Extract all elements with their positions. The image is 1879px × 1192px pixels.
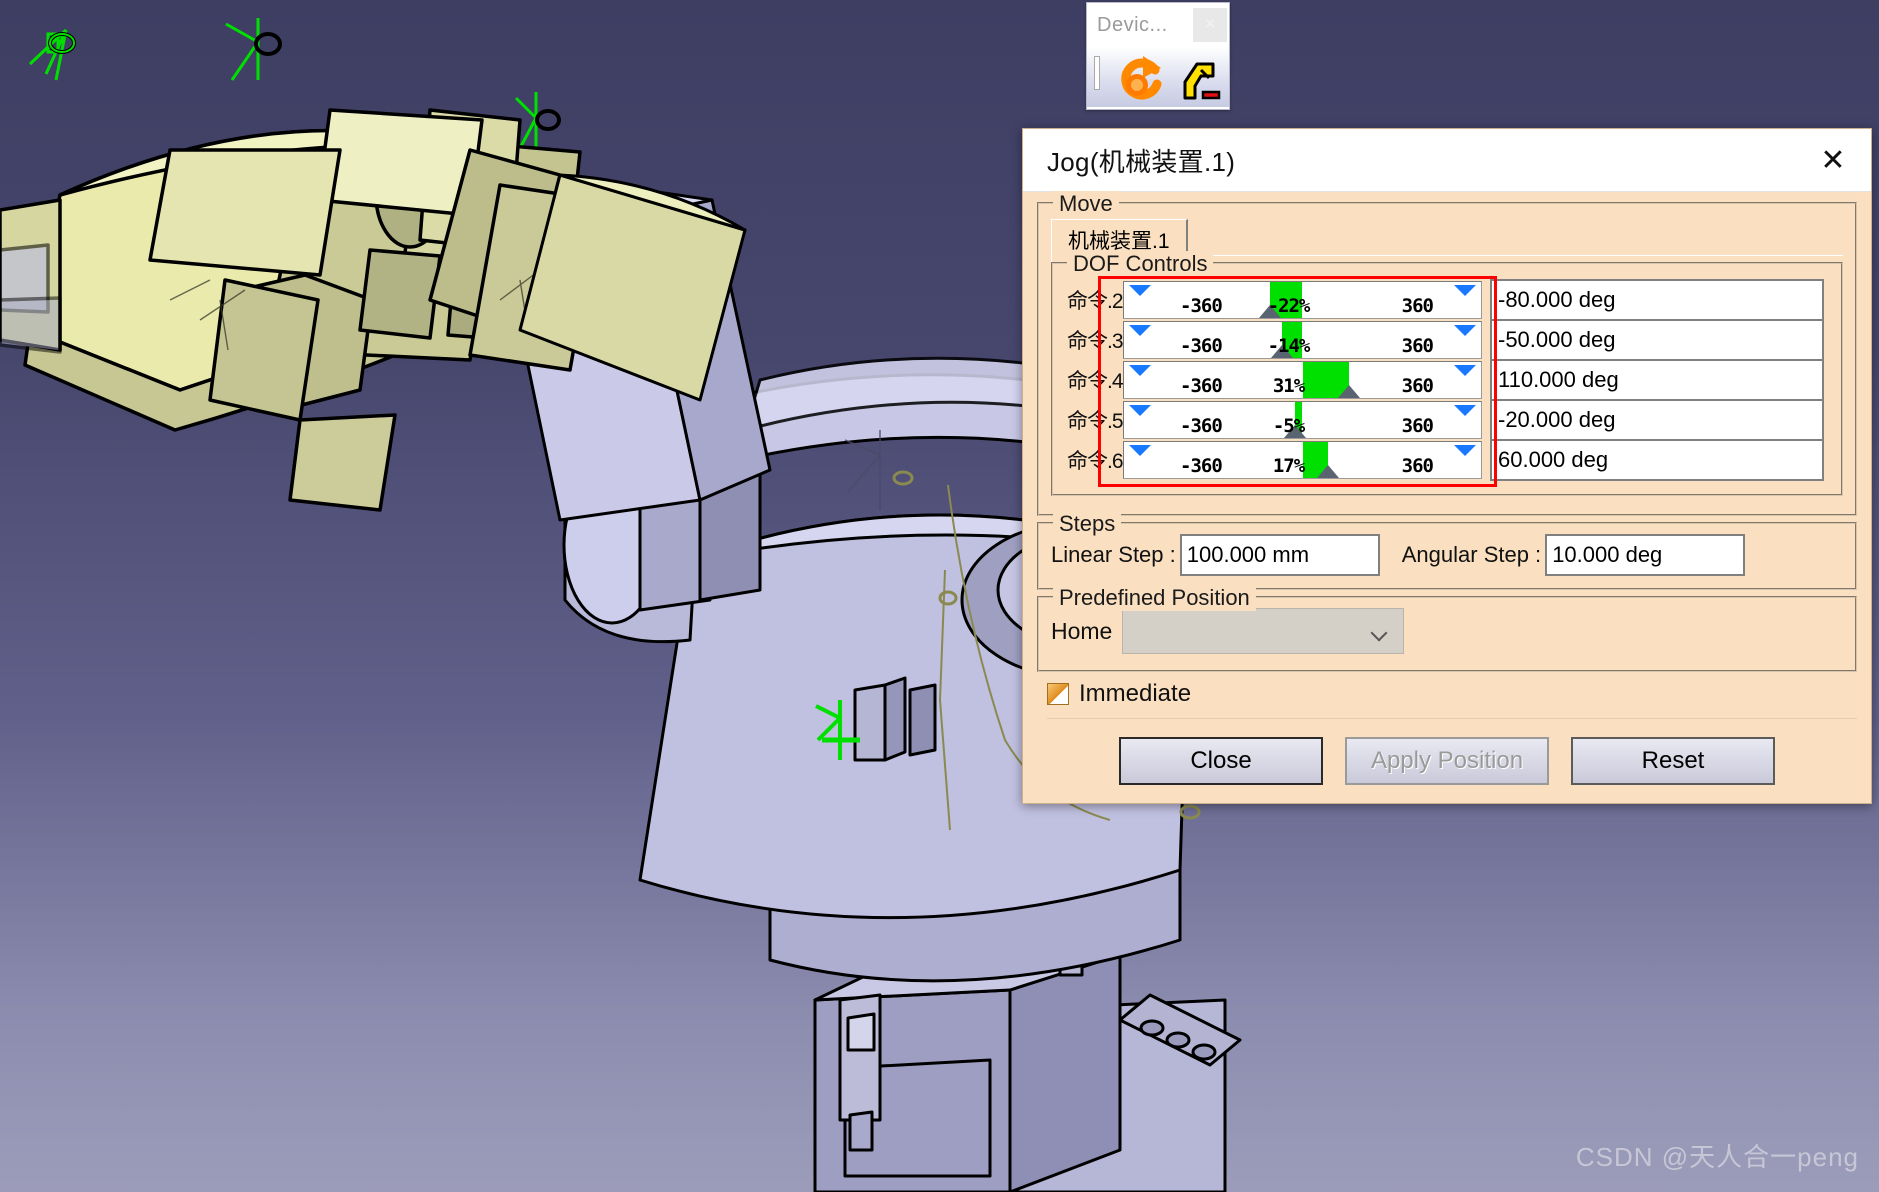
slider-increase-arrow[interactable] bbox=[1454, 405, 1476, 416]
slider-decrease-arrow[interactable] bbox=[1129, 365, 1151, 376]
immediate-row[interactable]: Immediate bbox=[1047, 680, 1857, 719]
dof-row-label: 命令.5 bbox=[1067, 410, 1124, 433]
dof-controls-group: DOF Controls 命令.2-360-22%360命令.3-360-14%… bbox=[1051, 251, 1843, 496]
predefined-position-group: Predefined Position Home bbox=[1037, 585, 1857, 672]
apply-position-button: Apply Position bbox=[1345, 737, 1549, 785]
dof-value-input[interactable] bbox=[1492, 401, 1792, 439]
dof-slider[interactable]: -360 -14% 360 bbox=[1123, 321, 1482, 359]
slider-min-label: -360 bbox=[1180, 455, 1223, 477]
slider-percent-label: 31% bbox=[1272, 375, 1305, 397]
slider-min-label: -360 bbox=[1180, 415, 1223, 437]
dof-row-label: 命令.2 bbox=[1067, 290, 1124, 313]
slider-thumb[interactable] bbox=[1316, 465, 1339, 478]
slider-decrease-arrow[interactable] bbox=[1129, 445, 1151, 456]
immediate-checkbox[interactable] bbox=[1047, 683, 1069, 705]
slider-decrease-arrow[interactable] bbox=[1129, 285, 1151, 296]
refresh-arrow-icon[interactable] bbox=[1117, 52, 1169, 109]
dialog-body: Move 机械装置.1 DOF Controls 命令.2 -360 -22% 360… bbox=[1023, 191, 1871, 785]
dof-slider[interactable]: -360 -5% 360 bbox=[1123, 401, 1482, 439]
home-label: Home bbox=[1051, 617, 1113, 644]
immediate-label: Immediate bbox=[1079, 680, 1192, 707]
dof-value-input[interactable] bbox=[1492, 441, 1792, 479]
angular-step-input[interactable] bbox=[1547, 536, 1714, 574]
slider-increase-arrow[interactable] bbox=[1454, 325, 1476, 336]
slider-percent-label: -22% bbox=[1267, 295, 1311, 317]
dof-value-input[interactable] bbox=[1492, 321, 1792, 359]
device-toolbar-body bbox=[1087, 47, 1229, 107]
slider-percent-label: -14% bbox=[1267, 335, 1311, 357]
linear-step-field[interactable] bbox=[1179, 534, 1380, 576]
slider-increase-arrow[interactable] bbox=[1454, 285, 1476, 296]
robot-device-icon[interactable] bbox=[1173, 52, 1225, 109]
dof-value-spinner[interactable] bbox=[1792, 361, 1822, 399]
dof-row: 命令.4 -360 31% 360 bbox=[1065, 359, 1829, 401]
slider-thumb[interactable] bbox=[1337, 385, 1360, 398]
device-toolbar-titlebar[interactable]: Devic... × bbox=[1087, 3, 1229, 47]
dof-value-field[interactable] bbox=[1490, 279, 1824, 321]
device-toolbar-close-icon[interactable]: × bbox=[1193, 8, 1227, 42]
dof-row-label: 命令.3 bbox=[1067, 330, 1124, 353]
dof-value-input[interactable] bbox=[1492, 361, 1792, 399]
dialog-titlebar[interactable]: Jog(机械装置.1) ✕ bbox=[1023, 129, 1871, 192]
dof-slider[interactable]: -360 -22% 360 bbox=[1123, 281, 1482, 319]
dof-value-field[interactable] bbox=[1490, 359, 1824, 401]
predefined-position-legend: Predefined Position bbox=[1053, 585, 1256, 611]
csdn-watermark: CSDN @天人合一peng bbox=[1575, 1142, 1859, 1172]
dof-value-field[interactable] bbox=[1490, 319, 1824, 361]
slider-percent-label: -5% bbox=[1272, 415, 1305, 437]
angular-step-label: Angular Step : bbox=[1401, 542, 1542, 567]
slider-increase-arrow[interactable] bbox=[1454, 365, 1476, 376]
slider-min-label: -360 bbox=[1180, 335, 1223, 357]
dof-value-field[interactable] bbox=[1490, 439, 1824, 481]
slider-max-label: 360 bbox=[1401, 415, 1434, 437]
linear-step-input[interactable] bbox=[1181, 536, 1348, 574]
reset-button[interactable]: Reset bbox=[1571, 737, 1775, 785]
slider-max-label: 360 bbox=[1401, 375, 1434, 397]
steps-group: Steps Linear Step : Angular Step : bbox=[1037, 511, 1857, 590]
close-button[interactable]: Close bbox=[1119, 737, 1323, 785]
device-toolbar[interactable]: Devic... × bbox=[1086, 2, 1230, 110]
home-dropdown[interactable] bbox=[1122, 608, 1405, 654]
angular-step-field[interactable] bbox=[1545, 534, 1746, 576]
dof-rows: 命令.2 -360 -22% 360 命令.3 -360 -14% 360 命令.4 -360 31… bbox=[1065, 274, 1829, 487]
slider-decrease-arrow[interactable] bbox=[1129, 405, 1151, 416]
move-group: Move 机械装置.1 DOF Controls 命令.2 -360 -22% 360… bbox=[1037, 191, 1857, 516]
dof-value-spinner[interactable] bbox=[1792, 281, 1822, 319]
dof-value-field[interactable] bbox=[1490, 399, 1824, 441]
slider-min-label: -360 bbox=[1180, 375, 1223, 397]
dof-value-input[interactable] bbox=[1492, 281, 1792, 319]
dof-row: 命令.3 -360 -14% 360 bbox=[1065, 319, 1829, 361]
steps-row: Linear Step : Angular Step : bbox=[1051, 534, 1843, 576]
linear-step-spinner[interactable] bbox=[1348, 536, 1378, 574]
dof-value-spinner[interactable] bbox=[1792, 321, 1822, 359]
dialog-button-row: Close Apply Position Reset bbox=[1037, 737, 1857, 785]
angular-step-spinner[interactable] bbox=[1713, 536, 1743, 574]
dof-row: 命令.5 -360 -5% 360 bbox=[1065, 399, 1829, 441]
home-row: Home bbox=[1051, 608, 1843, 654]
jog-dialog[interactable]: Jog(机械装置.1) ✕ Move 机械装置.1 DOF Controls 命… bbox=[1022, 128, 1872, 804]
slider-max-label: 360 bbox=[1401, 295, 1434, 317]
slider-percent-label: 17% bbox=[1272, 455, 1305, 477]
dof-row: 命令.6 -360 17% 360 bbox=[1065, 439, 1829, 481]
dialog-title: Jog(机械装置.1) bbox=[1047, 146, 1236, 177]
slider-decrease-arrow[interactable] bbox=[1129, 325, 1151, 336]
toolbar-grip-handle[interactable] bbox=[1094, 56, 1100, 90]
move-group-legend: Move bbox=[1053, 191, 1119, 217]
device-toolbar-title: Devic... bbox=[1097, 13, 1168, 36]
dof-slider[interactable]: -360 31% 360 bbox=[1123, 361, 1482, 399]
dof-value-spinner[interactable] bbox=[1792, 441, 1822, 479]
slider-max-label: 360 bbox=[1401, 335, 1434, 357]
dof-row-label: 命令.6 bbox=[1067, 450, 1124, 473]
dof-row-label: 命令.4 bbox=[1067, 370, 1124, 393]
dof-row: 命令.2 -360 -22% 360 bbox=[1065, 279, 1829, 321]
slider-max-label: 360 bbox=[1401, 455, 1434, 477]
chevron-down-icon bbox=[1373, 627, 1389, 636]
slider-min-label: -360 bbox=[1180, 295, 1223, 317]
linear-step-label: Linear Step : bbox=[1051, 542, 1176, 567]
slider-increase-arrow[interactable] bbox=[1454, 445, 1476, 456]
dof-slider[interactable]: -360 17% 360 bbox=[1123, 441, 1482, 479]
dof-value-spinner[interactable] bbox=[1792, 401, 1822, 439]
close-icon[interactable]: ✕ bbox=[1813, 140, 1853, 180]
steps-group-legend: Steps bbox=[1053, 511, 1122, 537]
